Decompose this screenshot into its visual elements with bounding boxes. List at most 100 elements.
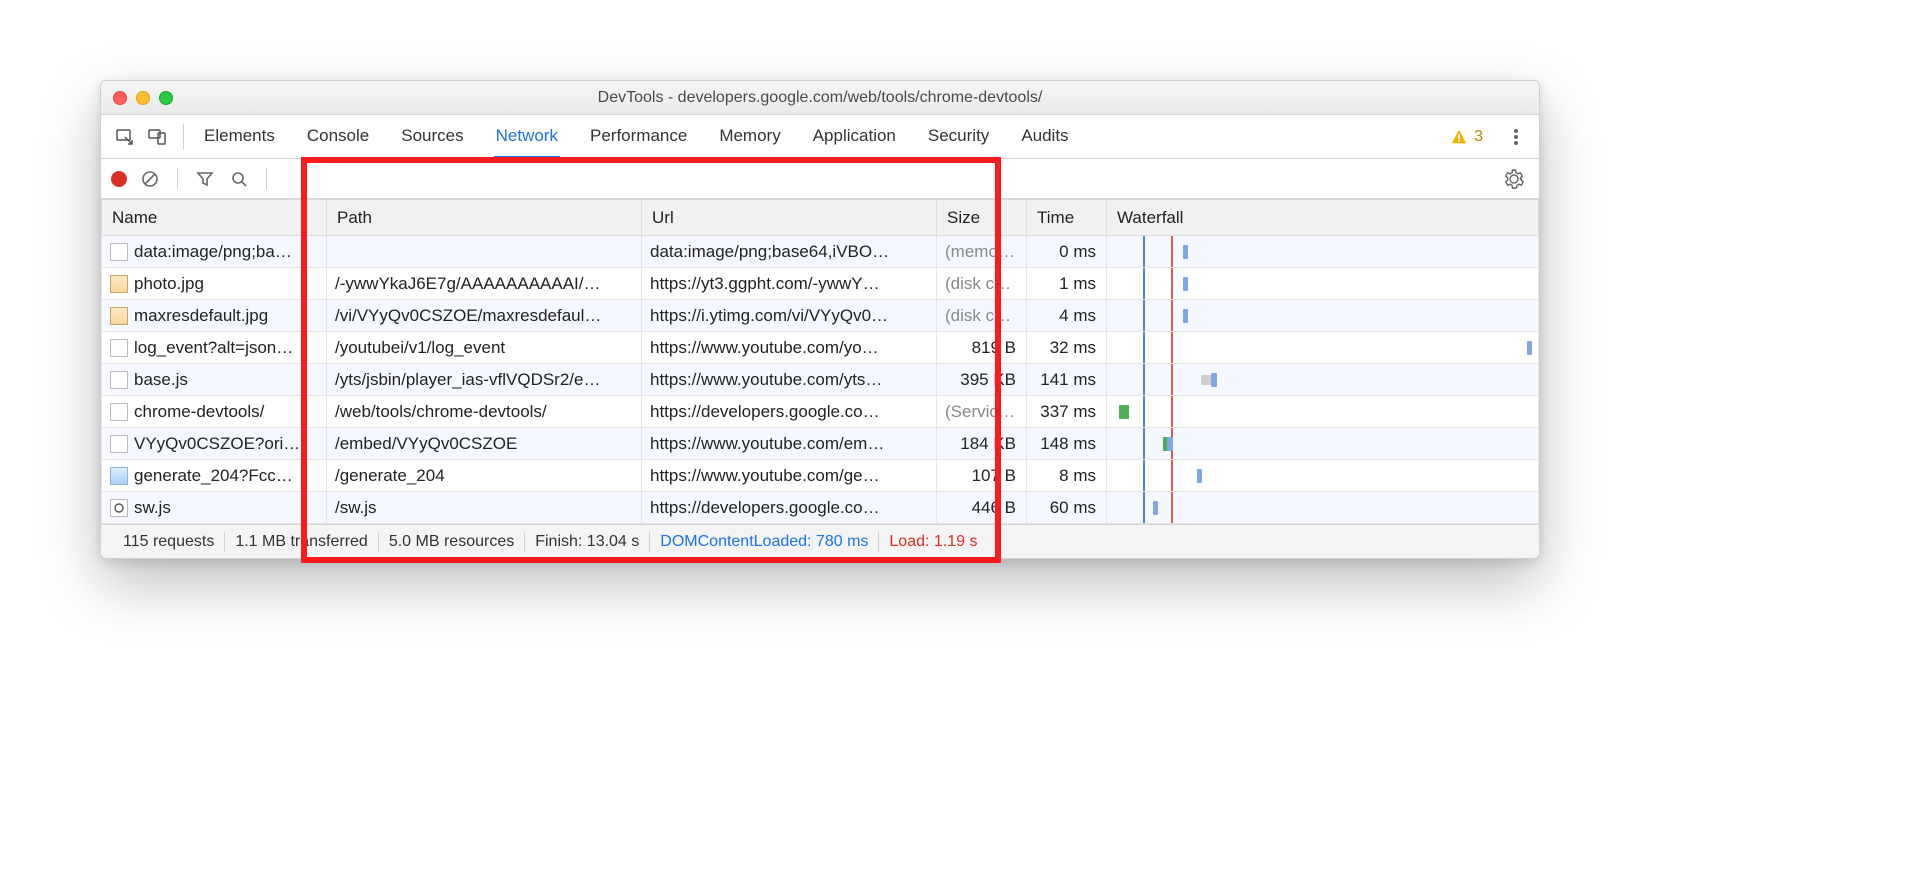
request-size: (disk c… bbox=[937, 300, 1027, 332]
request-url: https://www.youtube.com/yts… bbox=[642, 364, 937, 396]
waterfall-cell bbox=[1107, 492, 1539, 524]
more-menu-icon[interactable] bbox=[1503, 127, 1529, 147]
col-path[interactable]: Path bbox=[327, 200, 642, 236]
request-size: 395 KB bbox=[937, 364, 1027, 396]
filter-icon[interactable] bbox=[194, 168, 216, 190]
request-time: 0 ms bbox=[1027, 236, 1107, 268]
tab-elements[interactable]: Elements bbox=[202, 116, 277, 158]
request-url: https://i.ytimg.com/vi/VYyQv0… bbox=[642, 300, 937, 332]
request-url: data:image/png;base64,iVBO… bbox=[642, 236, 937, 268]
tab-audits[interactable]: Audits bbox=[1019, 116, 1070, 158]
request-path: /sw.js bbox=[327, 492, 642, 524]
col-waterfall[interactable]: Waterfall bbox=[1107, 200, 1539, 236]
request-size: 446 B bbox=[937, 492, 1027, 524]
network-table: Name Path Url Size Time Waterfall data:i… bbox=[101, 199, 1539, 524]
request-name: data:image/png;ba… bbox=[134, 242, 292, 262]
request-time: 32 ms bbox=[1027, 332, 1107, 364]
tab-application[interactable]: Application bbox=[811, 116, 898, 158]
request-path: /vi/VYyQv0CSZOE/maxresdefaul… bbox=[327, 300, 642, 332]
close-window-button[interactable] bbox=[113, 91, 127, 105]
table-row[interactable]: chrome-devtools/ /web/tools/chrome-devtoo… bbox=[102, 396, 1539, 428]
request-path: /youtubei/v1/log_event bbox=[327, 332, 642, 364]
request-name: sw.js bbox=[134, 498, 171, 518]
status-bar: 115 requests 1.1 MB transferred 5.0 MB r… bbox=[101, 524, 1539, 558]
clear-icon[interactable] bbox=[139, 168, 161, 190]
request-url: https://developers.google.co… bbox=[642, 492, 937, 524]
minimize-window-button[interactable] bbox=[136, 91, 150, 105]
status-requests: 115 requests bbox=[113, 533, 224, 551]
request-name: log_event?alt=json… bbox=[134, 338, 293, 358]
status-finish: Finish: 13.04 s bbox=[525, 533, 649, 551]
status-load: Load: 1.19 s bbox=[879, 533, 987, 551]
col-url[interactable]: Url bbox=[642, 200, 937, 236]
request-url: https://yt3.ggpht.com/-ywwY… bbox=[642, 268, 937, 300]
request-path bbox=[327, 236, 642, 268]
window-controls bbox=[113, 91, 173, 105]
search-icon[interactable] bbox=[228, 168, 250, 190]
tab-network[interactable]: Network bbox=[494, 116, 560, 158]
table-row[interactable]: log_event?alt=json… /youtubei/v1/log_even… bbox=[102, 332, 1539, 364]
request-time: 4 ms bbox=[1027, 300, 1107, 332]
table-row[interactable]: base.js/yts/jsbin/player_ias-vflVQDSr2/e… bbox=[102, 364, 1539, 396]
tab-security[interactable]: Security bbox=[926, 116, 991, 158]
tab-console[interactable]: Console bbox=[305, 116, 371, 158]
request-url: https://www.youtube.com/em… bbox=[642, 428, 937, 460]
inspect-icon[interactable] bbox=[111, 123, 139, 151]
request-time: 148 ms bbox=[1027, 428, 1107, 460]
request-url: https://www.youtube.com/yo… bbox=[642, 332, 937, 364]
request-time: 337 ms bbox=[1027, 396, 1107, 428]
request-name: photo.jpg bbox=[134, 274, 204, 294]
request-time: 8 ms bbox=[1027, 460, 1107, 492]
request-path: /embed/VYyQv0CSZOE bbox=[327, 428, 642, 460]
request-path: /generate_204 bbox=[327, 460, 642, 492]
device-toggle-icon[interactable] bbox=[143, 123, 171, 151]
request-url: https://developers.google.co… bbox=[642, 396, 937, 428]
request-name: maxresdefault.jpg bbox=[134, 306, 268, 326]
col-name[interactable]: Name bbox=[102, 200, 327, 236]
request-time: 1 ms bbox=[1027, 268, 1107, 300]
table-row[interactable]: photo.jpg /-ywwYkaJ6E7g/AAAAAAAAAAI/…http… bbox=[102, 268, 1539, 300]
status-transferred: 1.1 MB transferred bbox=[225, 533, 378, 551]
request-name: base.js bbox=[134, 370, 188, 390]
devtools-tabbar: Elements Console Sources Network Performance… bbox=[101, 115, 1539, 159]
warnings-badge[interactable]: 3 bbox=[1450, 128, 1483, 146]
col-size[interactable]: Size bbox=[937, 200, 1027, 236]
request-name: VYyQv0CSZOE?ori… bbox=[134, 434, 300, 454]
devtools-window: DevTools - developers.google.com/web/too… bbox=[100, 80, 1540, 559]
request-size: (Servic… bbox=[937, 396, 1027, 428]
window-title: DevTools - developers.google.com/web/too… bbox=[101, 89, 1539, 107]
table-row[interactable]: maxresdefault.jpg/vi/VYyQv0CSZOE/maxresd… bbox=[102, 300, 1539, 332]
tab-memory[interactable]: Memory bbox=[717, 116, 782, 158]
request-path: /web/tools/chrome-devtools/ bbox=[327, 396, 642, 428]
request-url: https://www.youtube.com/ge… bbox=[642, 460, 937, 492]
request-size: 107 B bbox=[937, 460, 1027, 492]
status-domcontentloaded: DOMContentLoaded: 780 ms bbox=[650, 533, 878, 551]
tab-sources[interactable]: Sources bbox=[399, 116, 465, 158]
tab-performance[interactable]: Performance bbox=[588, 116, 689, 158]
waterfall-cell bbox=[1107, 236, 1539, 268]
table-row[interactable]: sw.js/sw.jshttps://developers.google.co…… bbox=[102, 492, 1539, 524]
request-size: 184 KB bbox=[937, 428, 1027, 460]
request-time: 60 ms bbox=[1027, 492, 1107, 524]
titlebar: DevTools - developers.google.com/web/too… bbox=[101, 81, 1539, 115]
waterfall-cell bbox=[1107, 460, 1539, 492]
table-row[interactable]: data:image/png;ba… data:image/png;base64,… bbox=[102, 236, 1539, 268]
request-path: /-ywwYkaJ6E7g/AAAAAAAAAAI/… bbox=[327, 268, 642, 300]
waterfall-cell bbox=[1107, 300, 1539, 332]
request-size: (memo… bbox=[937, 236, 1027, 268]
request-name: chrome-devtools/ bbox=[134, 402, 264, 422]
table-row[interactable]: VYyQv0CSZOE?ori… /embed/VYyQv0CSZOEhttps:… bbox=[102, 428, 1539, 460]
table-row[interactable]: generate_204?Fcc… /generate_204https://ww… bbox=[102, 460, 1539, 492]
zoom-window-button[interactable] bbox=[159, 91, 173, 105]
waterfall-cell bbox=[1107, 268, 1539, 300]
warnings-count: 3 bbox=[1474, 128, 1483, 146]
settings-icon[interactable] bbox=[1503, 168, 1525, 190]
record-button[interactable] bbox=[111, 171, 127, 187]
waterfall-cell bbox=[1107, 364, 1539, 396]
waterfall-cell bbox=[1107, 396, 1539, 428]
col-time[interactable]: Time bbox=[1027, 200, 1107, 236]
request-time: 141 ms bbox=[1027, 364, 1107, 396]
waterfall-cell bbox=[1107, 428, 1539, 460]
request-name: generate_204?Fcc… bbox=[134, 466, 293, 486]
request-size: 819 B bbox=[937, 332, 1027, 364]
